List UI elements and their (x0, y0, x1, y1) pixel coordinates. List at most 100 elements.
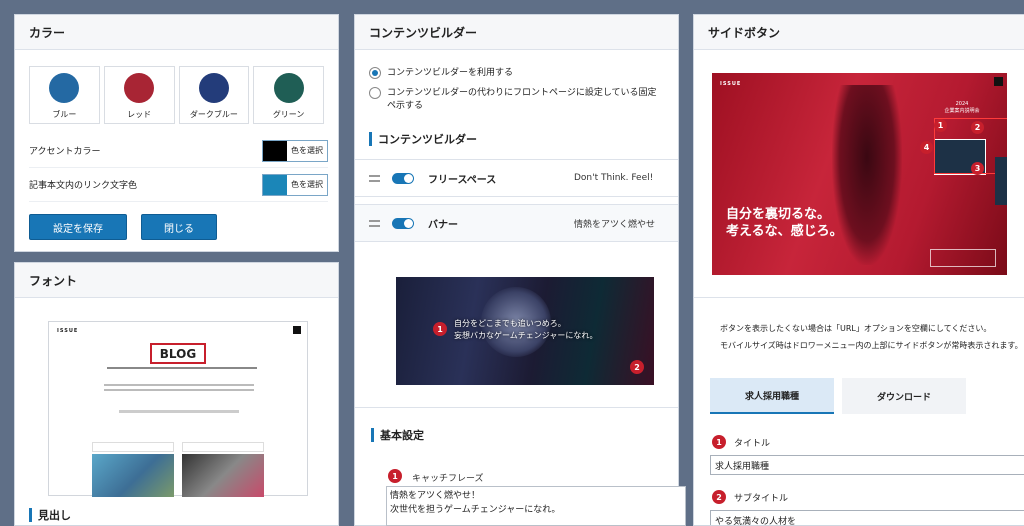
subtitle-input[interactable]: やる気満々の人材を (710, 510, 1024, 525)
heading-section-label: 見出し (38, 509, 71, 522)
swatch-dark-blue[interactable]: ダークブルー (178, 66, 250, 124)
section-bar (371, 428, 374, 442)
drag-handle-icon[interactable] (369, 219, 380, 227)
row-name: バナー (428, 219, 458, 231)
preview-thumbnail (92, 454, 174, 497)
basic-settings-heading: 基本設定 (371, 427, 424, 443)
link-color-chip (263, 174, 287, 195)
radio-use-label: コンテンツビルダーを利用する (387, 68, 514, 78)
catchphrase-line-2: 次世代を担うゲームチェンジャーになれ。 (390, 505, 561, 515)
subtitle-label: サブタイトル (734, 493, 789, 504)
accent-color-picker[interactable]: 色を選択 (262, 139, 328, 162)
row-desc: Don't Think. Feel! (574, 173, 654, 183)
link-color-picker[interactable]: 色を選択 (262, 173, 328, 196)
note-line-2: モバイルサイズ時はドロワーメニュー内の上部にサイドボタンが常時表示されます。 (720, 341, 1023, 350)
event-name: 企業案内説明会 (944, 108, 980, 114)
content-builder-panel: コンテンツビルダー コンテンツビルダーを利用する コンテンツビルダーの代わりにフ… (354, 14, 679, 526)
preview-text-line (104, 389, 254, 391)
preview-headline: 自分を裏切るな。 考えるな、感じろ。 (726, 206, 843, 240)
color-panel: カラー ブルー レッド ダークブルー グリーン アクセントカラー 色を選択 記事… (14, 14, 339, 252)
divider (355, 407, 678, 408)
close-button[interactable]: 閉じる (141, 214, 217, 240)
marker-3: 3 (971, 162, 984, 175)
headline-line-1: 自分を裏切るな。 (726, 207, 831, 222)
marker-1: 1 (712, 435, 726, 449)
headline-line-2: 考えるな、感じろ。 (726, 224, 843, 239)
swatch-label: グリーン (272, 110, 305, 119)
radio-fixed-label: コンテンツビルダーの代わりにフロントページに設定している固定ペ示する (387, 88, 657, 111)
swatch-blue[interactable]: ブルー (29, 66, 100, 124)
builder-row-free-space[interactable]: フリースペース Don't Think. Feel! (355, 159, 678, 197)
radio-use-builder[interactable]: コンテンツビルダーを利用する (355, 67, 678, 80)
note-line-1: ボタンを表示したくない場合は「URL」オプションを空欄にしてください。 (720, 324, 992, 333)
preview-heading: BLOG (150, 343, 206, 364)
heading-section: 見出し (29, 507, 71, 523)
builder-section-title: コンテンツビルダー (378, 133, 477, 146)
preview-tabs (119, 410, 239, 413)
font-panel-title: フォント (15, 263, 338, 298)
toggle-switch[interactable] (392, 217, 414, 229)
builder-row-banner[interactable]: バナー 情熱をアツく燃やせ (355, 204, 678, 242)
subtitle-label-row: 2 サブタイトル (712, 490, 788, 504)
marker-2: 2 (630, 360, 644, 374)
swatch-blue-dot (49, 73, 80, 103)
toggle-switch[interactable] (392, 172, 414, 184)
banner-text-line-1: 自分をどこまでも追いつめろ。 (454, 319, 566, 328)
marker-4: 4 (920, 141, 933, 154)
color-panel-title: カラー (15, 15, 338, 50)
catchphrase-textarea[interactable]: 情熱をアツく燃やせ！ 次世代を担うゲームチェンジャーになれ。 (386, 486, 686, 526)
builder-section-heading: コンテンツビルダー (355, 131, 678, 147)
marker-2: 2 (971, 121, 984, 134)
marker-1: 1 (433, 322, 447, 336)
accent-color-chip (263, 140, 287, 161)
marker-1: 1 (934, 119, 947, 132)
section-bar (29, 508, 32, 522)
pick-color-label: 色を選択 (291, 146, 323, 155)
save-settings-button[interactable]: 設定を保存 (29, 214, 127, 240)
swatch-green[interactable]: グリーン (253, 66, 324, 124)
preview-text-line (104, 384, 254, 386)
link-color-label: 記事本文内のリンク文字色 (29, 181, 138, 191)
preview-subline (107, 367, 257, 369)
preview-thumbnail (182, 454, 264, 497)
menu-icon (293, 326, 301, 334)
side-button-panel: サイドボタン ISSUE 自分を裏切るな。 考えるな、感じろ。 2024 企業案内説… (693, 14, 1024, 526)
tab-download[interactable]: ダウンロード (842, 378, 966, 414)
row-desc: 情熱をアツく燃やせ (574, 219, 656, 230)
marker-1: 1 (388, 469, 402, 483)
drag-handle-icon[interactable] (369, 174, 380, 182)
preview-vertical-tab (995, 157, 1007, 205)
radio-selected-icon (369, 67, 381, 79)
swatch-label: ブルー (52, 110, 77, 119)
swatch-red[interactable]: レッド (103, 66, 175, 124)
catchphrase-line-1: 情熱をアツく燃やせ！ (390, 491, 481, 501)
pick-color-label: 色を選択 (291, 180, 323, 189)
side-button-tabs: 求人採用職種 ダウンロード (710, 378, 966, 414)
accent-color-row: アクセントカラー 色を選択 (29, 134, 328, 168)
banner-text: 自分をどこまでも追いつめろ。 妄想バカなゲームチェンジャーになれ。 (454, 318, 597, 342)
menu-icon (994, 77, 1003, 86)
section-bar (369, 132, 372, 146)
row-name: フリースペース (428, 174, 497, 186)
swatch-label: ダークブルー (189, 110, 238, 119)
preview-logo: ISSUE (720, 81, 742, 87)
preview-bottom-box (930, 249, 996, 267)
title-input[interactable]: 求人採用職種 (710, 455, 1024, 475)
swatch-green-dot (273, 73, 304, 103)
banner-preview-image: 自分をどこまでも追いつめろ。 妄想バカなゲームチェンジャーになれ。 1 2 (396, 277, 654, 385)
swatch-label: レッド (127, 110, 152, 119)
swatch-red-dot (124, 73, 155, 103)
preview-event-text: 2024 企業案内説明会 (940, 101, 984, 115)
radio-unselected-icon (369, 87, 381, 99)
title-label-row: 1 タイトル (712, 435, 770, 449)
preview-card-caption (92, 442, 174, 452)
preview-card-caption (182, 442, 264, 452)
tab-recruit[interactable]: 求人採用職種 (710, 378, 834, 414)
font-preview-image: ISSUE BLOG (48, 321, 308, 497)
title-label: タイトル (734, 438, 771, 449)
radio-fixed-page[interactable]: コンテンツビルダーの代わりにフロントページに設定している固定ペ示する (355, 87, 678, 113)
swatch-dark-blue-dot (198, 73, 229, 103)
side-panel-title: サイドボタン (694, 15, 1024, 50)
color-swatches: ブルー レッド ダークブルー グリーン (15, 50, 338, 124)
accent-color-label: アクセントカラー (29, 147, 101, 157)
